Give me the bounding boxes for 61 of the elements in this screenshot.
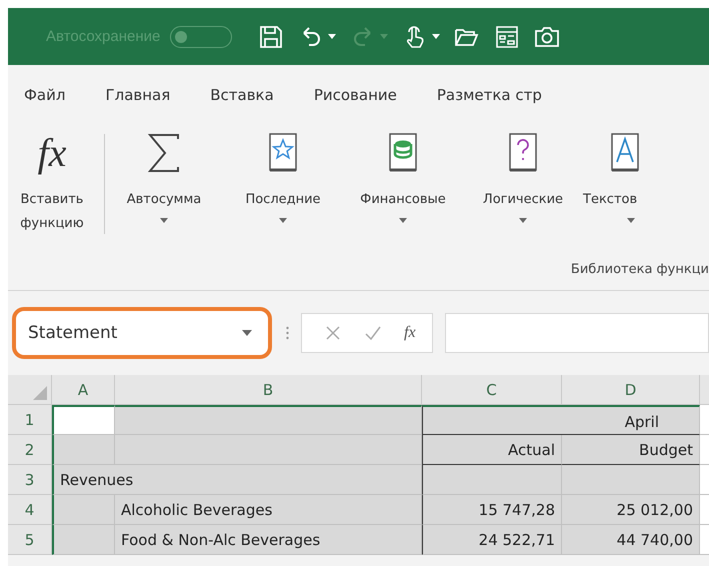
- table-cell: 25 012,00: [562, 495, 700, 525]
- function-button[interactable]: fx: [404, 324, 416, 342]
- coin-book-icon: [387, 132, 419, 174]
- menu-tab[interactable]: Разметка стр: [436, 86, 542, 104]
- table-cell: 24 522,71: [422, 525, 562, 555]
- autosave-label: Автосохранение: [46, 28, 160, 45]
- menu-tab[interactable]: Вставка: [210, 86, 274, 104]
- table-cell: April: [422, 405, 700, 435]
- caret-icon: [380, 34, 388, 39]
- sigma-button[interactable]: Автосумма: [105, 128, 223, 223]
- column-header[interactable]: C: [422, 375, 562, 405]
- select-all-corner[interactable]: [8, 375, 52, 405]
- table-cell: Actual: [422, 435, 562, 465]
- table-cell: Revenues: [52, 465, 422, 495]
- name-box[interactable]: Statement: [12, 307, 272, 359]
- cancel-button[interactable]: [324, 324, 342, 342]
- caret-icon: [279, 218, 287, 223]
- star-book-icon: [267, 132, 299, 174]
- caret-icon: [627, 218, 635, 223]
- letter-book-icon: [609, 132, 641, 174]
- grip-icon: [286, 326, 289, 340]
- form-icon: [494, 24, 520, 50]
- question-book-icon: [507, 132, 539, 174]
- table-cell: Food & Non-Alc Beverages: [115, 525, 422, 555]
- letter-book-button[interactable]: Текстов: [583, 128, 647, 223]
- function-icon: fx: [38, 131, 66, 175]
- formula-input[interactable]: [444, 313, 709, 353]
- table-cell: [52, 405, 115, 435]
- menu-tab[interactable]: Рисование: [314, 86, 397, 104]
- group-label: Библиотека функци: [570, 262, 709, 277]
- check-button[interactable]: [364, 324, 382, 342]
- row-header[interactable]: 4: [8, 495, 52, 525]
- column-header[interactable]: [700, 375, 709, 405]
- caret-icon: [242, 330, 252, 336]
- table-cell: [52, 435, 115, 465]
- row-header[interactable]: 2: [8, 435, 52, 465]
- row-header[interactable]: 3: [8, 465, 52, 495]
- table-cell: [52, 525, 115, 555]
- menu-tab[interactable]: Главная: [105, 86, 170, 104]
- table-cell: 44 740,00: [562, 525, 700, 555]
- column-header[interactable]: D: [562, 375, 700, 405]
- autosave-toggle[interactable]: [170, 26, 232, 48]
- table-cell: 15 747,28: [422, 495, 562, 525]
- question-book-button[interactable]: Логические: [463, 128, 583, 223]
- caret-icon: [160, 218, 168, 223]
- star-book-button[interactable]: Последние: [223, 128, 343, 223]
- column-header[interactable]: B: [115, 375, 422, 405]
- table-cell: Alcoholic Beverages: [115, 495, 422, 525]
- row-header[interactable]: 1: [8, 405, 52, 435]
- coin-book-button[interactable]: Финансовые: [343, 128, 463, 223]
- caret-icon: [432, 34, 440, 39]
- caret-icon: [399, 218, 407, 223]
- row-header[interactable]: 5: [8, 525, 52, 555]
- table-cell: Budget: [562, 435, 700, 465]
- caret-icon: [328, 34, 336, 39]
- column-header[interactable]: A: [52, 375, 115, 405]
- function-button[interactable]: fx Вставить функцию: [8, 128, 104, 236]
- menu-tab[interactable]: Файл: [24, 86, 66, 104]
- save-icon: [258, 24, 284, 50]
- caret-icon: [519, 218, 527, 223]
- table-cell: [52, 495, 115, 525]
